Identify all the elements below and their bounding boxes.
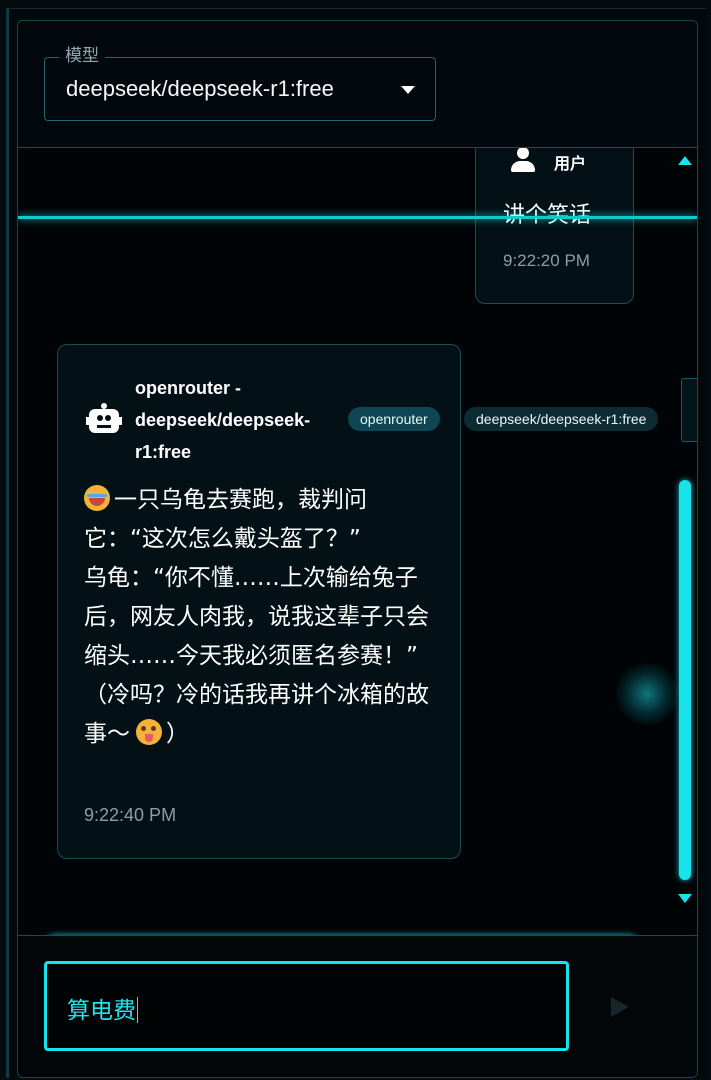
model-select-value: deepseek/deepseek-r1:free	[66, 76, 334, 101]
glow-orb-decoration	[616, 663, 678, 725]
assistant-line-3: （冷吗？冷的话我再讲个冰箱的故事～）	[84, 682, 429, 747]
assistant-message-text: 一只乌龟去赛跑，裁判问它：“这次怎么戴头盔了？” 乌龟：“你不懂……上次输给兔子…	[84, 481, 434, 754]
model-select-label: 模型	[59, 46, 105, 66]
user-icon	[510, 148, 536, 175]
message-list[interactable]: 用户 讲个笑话 9:22:20 PM openrouter - deepseek…	[18, 148, 697, 936]
app-root: 模型 deepseek/deepseek-r1:free 用户 讲个笑话 9:2…	[0, 0, 711, 1080]
composer: 算电费	[18, 936, 697, 1077]
chat-panel: 模型 deepseek/deepseek-r1:free 用户 讲个笑话 9:2…	[17, 20, 698, 1078]
scroll-up-arrow-icon[interactable]	[678, 156, 692, 165]
send-icon[interactable]	[611, 997, 629, 1017]
side-panel-tab[interactable]	[681, 378, 697, 442]
chat-header: 模型 deepseek/deepseek-r1:free	[18, 21, 697, 148]
robot-icon	[86, 403, 122, 433]
vertical-scrollbar-thumb[interactable]	[679, 480, 691, 880]
model-select[interactable]: 模型 deepseek/deepseek-r1:free	[44, 46, 436, 121]
scan-line-decoration	[18, 216, 697, 219]
scroll-down-arrow-icon[interactable]	[678, 894, 692, 903]
provider-tag: openrouter	[348, 407, 440, 431]
user-message: 用户 讲个笑话 9:22:20 PM	[475, 148, 634, 304]
winking-tongue-emoji-icon	[136, 719, 162, 745]
user-message-time: 9:22:20 PM	[503, 251, 590, 270]
assistant-sender-name: openrouter - deepseek/deepseek-r1:free	[135, 378, 311, 462]
model-tag: deepseek/deepseek-r1:free	[464, 407, 659, 431]
laughing-tears-emoji-icon	[84, 485, 110, 511]
user-message-text: 讲个笑话	[503, 197, 591, 229]
message-input[interactable]: 算电费	[44, 961, 569, 1051]
message-input-value: 算电费	[67, 997, 138, 1024]
user-sender-name: 用户	[554, 154, 587, 173]
chevron-down-icon[interactable]	[401, 86, 415, 94]
assistant-line-1: 一只乌龟去赛跑，裁判问它：“这次怎么戴头盔了？”	[84, 485, 367, 552]
assistant-message-time: 9:22:40 PM	[84, 805, 177, 825]
text-caret	[137, 997, 138, 1023]
assistant-message: openrouter - deepseek/deepseek-r1:free o…	[57, 344, 659, 859]
assistant-line-2: 乌龟：“你不懂……上次输给兔子后，网友人肉我，说我这辈子只会缩头……今天我必须匿…	[84, 565, 429, 669]
